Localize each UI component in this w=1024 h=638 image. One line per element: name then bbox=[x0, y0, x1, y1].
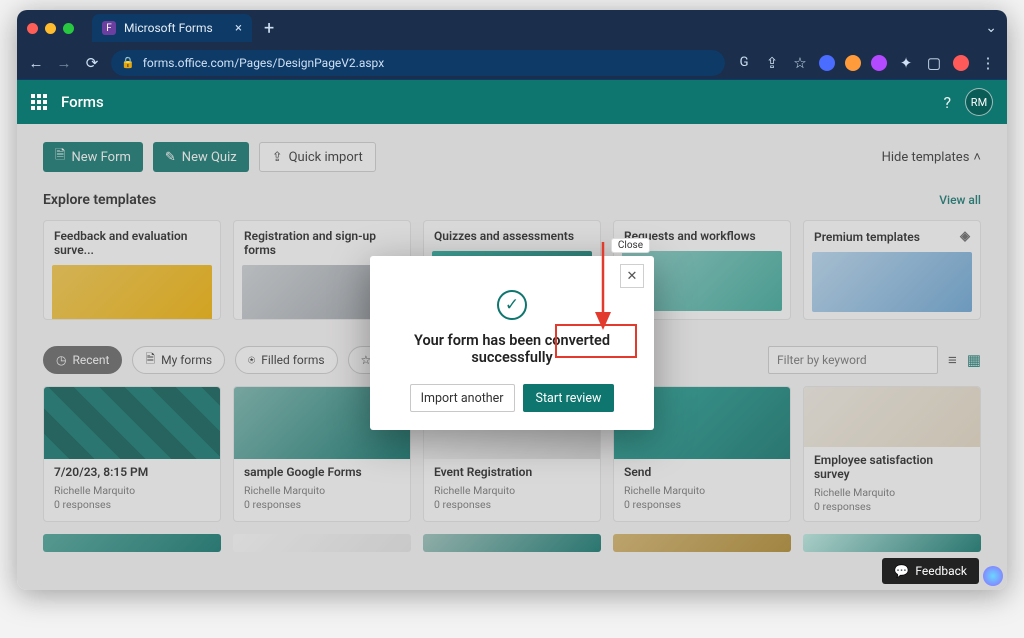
new-tab-button[interactable]: + bbox=[260, 18, 278, 39]
url-text: forms.office.com/Pages/DesignPageV2.aspx bbox=[143, 56, 384, 70]
close-window-icon[interactable] bbox=[27, 23, 38, 34]
browser-tab[interactable]: F Microsoft Forms × bbox=[92, 14, 252, 42]
profile-icon[interactable] bbox=[953, 55, 969, 71]
star-icon[interactable]: ☆ bbox=[791, 54, 809, 72]
help-icon[interactable]: ? bbox=[943, 93, 951, 112]
close-icon: ✕ bbox=[627, 269, 638, 284]
close-button[interactable]: ✕ bbox=[620, 264, 644, 288]
app-header: Forms ? RM bbox=[17, 80, 1007, 124]
window-icon[interactable]: ▢ bbox=[925, 54, 943, 72]
window-controls bbox=[27, 23, 74, 34]
lock-icon: 🔒 bbox=[121, 56, 135, 69]
browser-address-bar: ← → ⟳ 🔒 forms.office.com/Pages/DesignPag… bbox=[17, 46, 1007, 80]
extension-icon[interactable] bbox=[819, 55, 835, 71]
browser-tab-strip: F Microsoft Forms × + ⌄ bbox=[17, 10, 1007, 46]
url-input[interactable]: 🔒 forms.office.com/Pages/DesignPageV2.as… bbox=[111, 50, 725, 76]
conversion-success-modal: Close ✕ ✓ Your form has been converted s… bbox=[370, 256, 654, 430]
forward-icon[interactable]: → bbox=[55, 54, 73, 72]
app-name: Forms bbox=[61, 93, 104, 111]
browser-extensions: G ⇪ ☆ ✦ ▢ ⋮ bbox=[735, 54, 997, 72]
chat-icon: 💬 bbox=[894, 564, 909, 578]
favicon-icon: F bbox=[102, 21, 116, 35]
app-launcher-icon[interactable] bbox=[31, 94, 47, 110]
share-icon[interactable]: ⇪ bbox=[763, 54, 781, 72]
reload-icon[interactable]: ⟳ bbox=[83, 54, 101, 72]
kebab-icon[interactable]: ⋮ bbox=[979, 54, 997, 72]
assistant-bubble-icon[interactable] bbox=[983, 566, 1003, 586]
extension-icon[interactable] bbox=[871, 55, 887, 71]
close-tab-icon[interactable]: × bbox=[235, 21, 242, 36]
tabs-menu-icon[interactable]: ⌄ bbox=[985, 20, 997, 36]
check-icon: ✓ bbox=[497, 290, 527, 320]
gtranslate-icon[interactable]: G bbox=[735, 55, 753, 70]
modal-message: Your form has been converted successfull… bbox=[388, 332, 636, 366]
close-tooltip: Close bbox=[611, 238, 650, 253]
content-area: 🗎New Form ✎New Quiz ⇪Quick import Hide t… bbox=[17, 124, 1007, 590]
minimize-window-icon[interactable] bbox=[45, 23, 56, 34]
extension-icon[interactable] bbox=[845, 55, 861, 71]
tab-title: Microsoft Forms bbox=[124, 21, 213, 35]
feedback-button[interactable]: 💬Feedback bbox=[882, 558, 979, 584]
avatar[interactable]: RM bbox=[965, 88, 993, 116]
maximize-window-icon[interactable] bbox=[63, 23, 74, 34]
puzzle-icon[interactable]: ✦ bbox=[897, 54, 915, 72]
start-review-button[interactable]: Start review bbox=[523, 384, 615, 412]
back-icon[interactable]: ← bbox=[27, 54, 45, 72]
import-another-button[interactable]: Import another bbox=[410, 384, 515, 412]
